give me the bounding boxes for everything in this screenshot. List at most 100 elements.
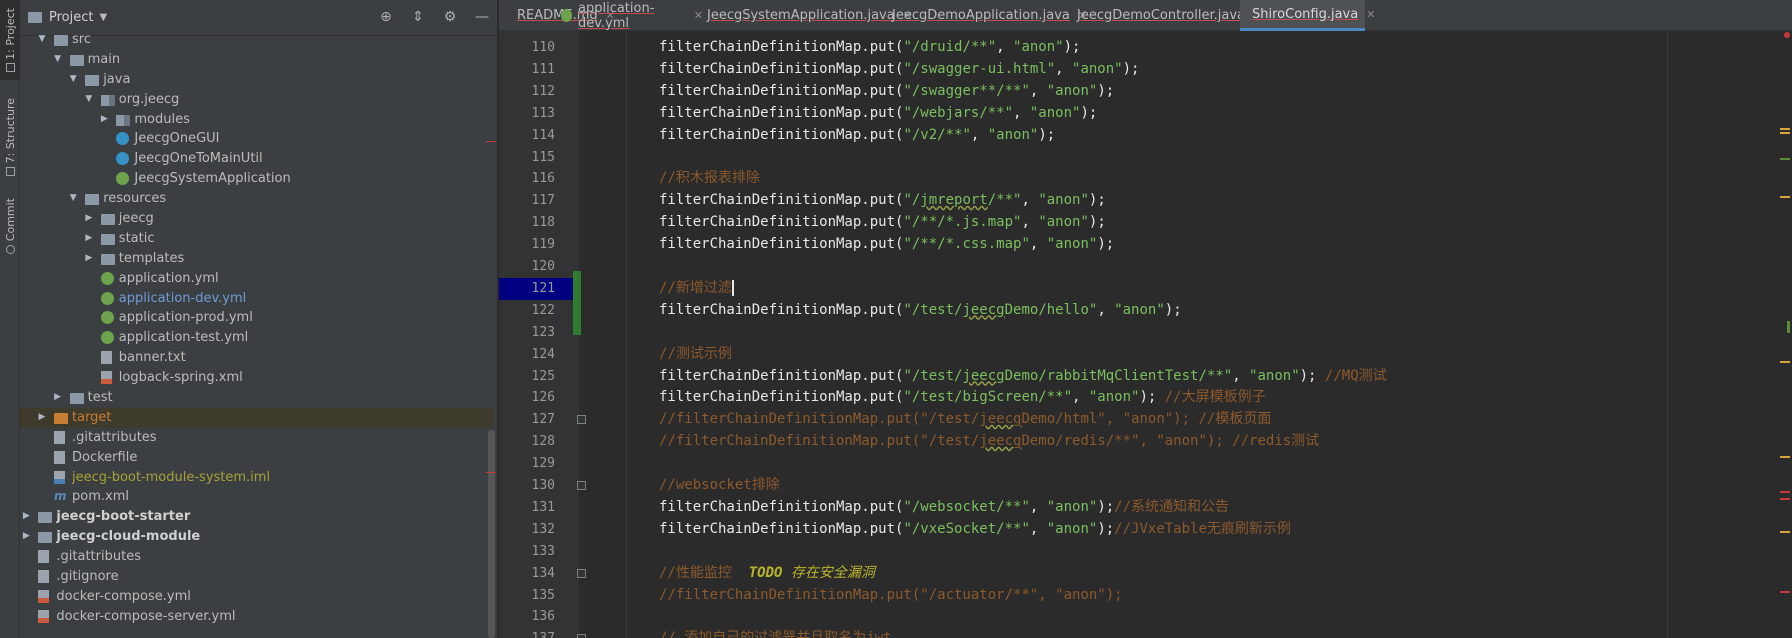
error-indicator-icon[interactable]: [1784, 32, 1790, 38]
hide-icon[interactable]: —: [473, 8, 491, 26]
chevron-right-icon[interactable]: ▶: [98, 110, 110, 130]
gear-icon[interactable]: ⚙: [441, 8, 459, 26]
tree-item[interactable]: application-test.yml: [20, 328, 494, 348]
tool-tab-project[interactable]: 1: Project: [0, 0, 20, 80]
collapse-all-icon[interactable]: ⇕: [409, 8, 427, 26]
code-line[interactable]: //filterChainDefinitionMap.put("/test/je…: [579, 431, 1792, 453]
tree-item[interactable]: ▼ org.jeecg: [20, 90, 494, 110]
code-line[interactable]: [579, 256, 1792, 278]
editor-tab[interactable]: ShiroConfig.java ✕: [1240, 0, 1375, 31]
tree-item[interactable]: ▼ java: [20, 70, 494, 90]
code-line[interactable]: filterChainDefinitionMap.put("/test/jeec…: [579, 300, 1792, 322]
close-icon[interactable]: ✕: [1366, 8, 1375, 21]
editor-tab[interactable]: JeecgDemoController.java✕: [1065, 0, 1262, 31]
code-line[interactable]: filterChainDefinitionMap.put("/websocket…: [579, 497, 1792, 519]
fold-marker-icon[interactable]: [577, 634, 586, 638]
fold-marker-icon[interactable]: [577, 481, 586, 490]
tool-tab-commit[interactable]: Commit: [0, 196, 20, 256]
code-line[interactable]: filterChainDefinitionMap.put("/webjars/*…: [579, 103, 1792, 125]
chevron-right-icon[interactable]: ▶: [52, 388, 64, 408]
editor-tab[interactable]: JeecgDemoApplication.java ✕: [880, 0, 1087, 31]
tree-item[interactable]: ▶ jeecg-boot-starter: [20, 507, 494, 527]
code-line[interactable]: //websocket排除: [579, 475, 1792, 497]
code-line[interactable]: //积木报表排除: [579, 168, 1792, 190]
tree-item[interactable]: JeecgSystemApplication: [20, 169, 494, 189]
tree-item[interactable]: ▶ jeecg: [20, 209, 494, 229]
warning-marker[interactable]: [1780, 456, 1790, 458]
code-editor[interactable]: filterChainDefinitionMap.put("/druid/**"…: [579, 31, 1792, 638]
warning-marker[interactable]: [1780, 361, 1790, 363]
project-panel-title[interactable]: Project: [49, 10, 93, 25]
locate-icon[interactable]: ⊕: [377, 8, 395, 26]
tree-item[interactable]: application-prod.yml: [20, 308, 494, 328]
tree-item[interactable]: JeecgOneGUI: [20, 129, 494, 149]
code-line[interactable]: [579, 606, 1792, 628]
chevron-down-icon[interactable]: ▼: [83, 90, 95, 110]
code-line[interactable]: //filterChainDefinitionMap.put("/actuato…: [579, 585, 1792, 607]
chevron-down-icon[interactable]: ▼: [52, 50, 64, 70]
warning-marker[interactable]: [1780, 531, 1790, 533]
tree-item[interactable]: jeecg-boot-module-system.iml: [20, 468, 494, 488]
project-scrollbar[interactable]: [488, 430, 495, 638]
tree-item[interactable]: docker-compose.yml: [20, 587, 494, 607]
tree-item[interactable]: application.yml: [20, 269, 494, 289]
warning-marker[interactable]: [1780, 132, 1790, 134]
chevron-down-icon[interactable]: ▼: [67, 70, 79, 90]
tree-item[interactable]: ▼ resources: [20, 189, 494, 209]
error-marker[interactable]: [1780, 491, 1790, 493]
tree-item[interactable]: logback-spring.xml: [20, 368, 494, 388]
tool-tab-structure[interactable]: 7: Structure: [0, 96, 20, 178]
code-line[interactable]: filterChainDefinitionMap.put("/test/bigS…: [579, 387, 1792, 409]
change-marker[interactable]: [1780, 158, 1790, 160]
fold-marker-icon[interactable]: [577, 415, 586, 425]
editor-tab[interactable]: JeecgSystemApplication.java ✕: [695, 0, 912, 31]
code-line[interactable]: //测试示例: [579, 344, 1792, 366]
warning-marker[interactable]: [1780, 128, 1790, 130]
tree-item[interactable]: application-dev.yml: [20, 289, 494, 309]
tree-item[interactable]: banner.txt: [20, 348, 494, 368]
code-line[interactable]: filterChainDefinitionMap.put("/**/*.js.m…: [579, 212, 1792, 234]
tree-item[interactable]: .gitattributes: [20, 547, 494, 567]
change-marker[interactable]: [1787, 321, 1790, 333]
tree-item[interactable]: .gitattributes: [20, 428, 494, 448]
code-line[interactable]: filterChainDefinitionMap.put("/druid/**"…: [579, 37, 1792, 59]
chevron-right-icon[interactable]: ▶: [20, 527, 32, 547]
tree-item[interactable]: ▶ modules: [20, 110, 494, 130]
tree-item[interactable]: ▶ templates: [20, 249, 494, 269]
code-line[interactable]: //性能监控 TODO 存在安全漏洞: [579, 563, 1792, 585]
code-line[interactable]: [579, 541, 1792, 563]
code-line[interactable]: filterChainDefinitionMap.put("/test/jeec…: [579, 366, 1792, 388]
tree-item[interactable]: JeecgOneToMainUtil: [20, 149, 494, 169]
code-line[interactable]: //filterChainDefinitionMap.put("/test/je…: [579, 409, 1792, 431]
chevron-right-icon[interactable]: ▶: [83, 249, 95, 269]
code-line[interactable]: filterChainDefinitionMap.put("/**/*.css.…: [579, 234, 1792, 256]
tree-item[interactable]: Dockerfile: [20, 448, 494, 468]
tree-item[interactable]: ▶ static: [20, 229, 494, 249]
code-line[interactable]: [579, 147, 1792, 169]
error-marker[interactable]: [1780, 498, 1790, 500]
code-line[interactable]: filterChainDefinitionMap.put("/v2/**", "…: [579, 125, 1792, 147]
tree-item[interactable]: ▶ test: [20, 388, 494, 408]
tree-item[interactable]: m pom.xml: [20, 487, 494, 507]
tree-item[interactable]: ▼ main: [20, 50, 494, 70]
tree-item[interactable]: .gitignore: [20, 567, 494, 587]
fold-marker-icon[interactable]: [577, 568, 586, 578]
chevron-right-icon[interactable]: ▶: [36, 408, 48, 428]
chevron-down-icon[interactable]: ▼: [36, 30, 48, 50]
code-line[interactable]: filterChainDefinitionMap.put("/swagger**…: [579, 81, 1792, 103]
code-line[interactable]: //新增过滤: [579, 278, 1792, 300]
tree-item[interactable]: ▶ jeecg-cloud-module: [20, 527, 494, 547]
chevron-down-icon[interactable]: ▼: [99, 12, 107, 23]
code-line[interactable]: // 添加自己的过滤器并且取名为jwt: [579, 628, 1792, 638]
vcs-change-marker[interactable]: [573, 271, 581, 335]
editor-tab[interactable]: application-dev.yml ✕: [555, 0, 703, 31]
code-line[interactable]: filterChainDefinitionMap.put("/vxeSocket…: [579, 519, 1792, 541]
chevron-right-icon[interactable]: ▶: [83, 209, 95, 229]
error-marker[interactable]: [1780, 591, 1790, 593]
tree-item[interactable]: ▼ src: [20, 30, 494, 50]
chevron-down-icon[interactable]: ▼: [67, 189, 79, 209]
code-line[interactable]: filterChainDefinitionMap.put("/jmreport/…: [579, 190, 1792, 212]
code-line[interactable]: filterChainDefinitionMap.put("/swagger-u…: [579, 59, 1792, 81]
code-line[interactable]: [579, 322, 1792, 344]
chevron-right-icon[interactable]: ▶: [83, 229, 95, 249]
